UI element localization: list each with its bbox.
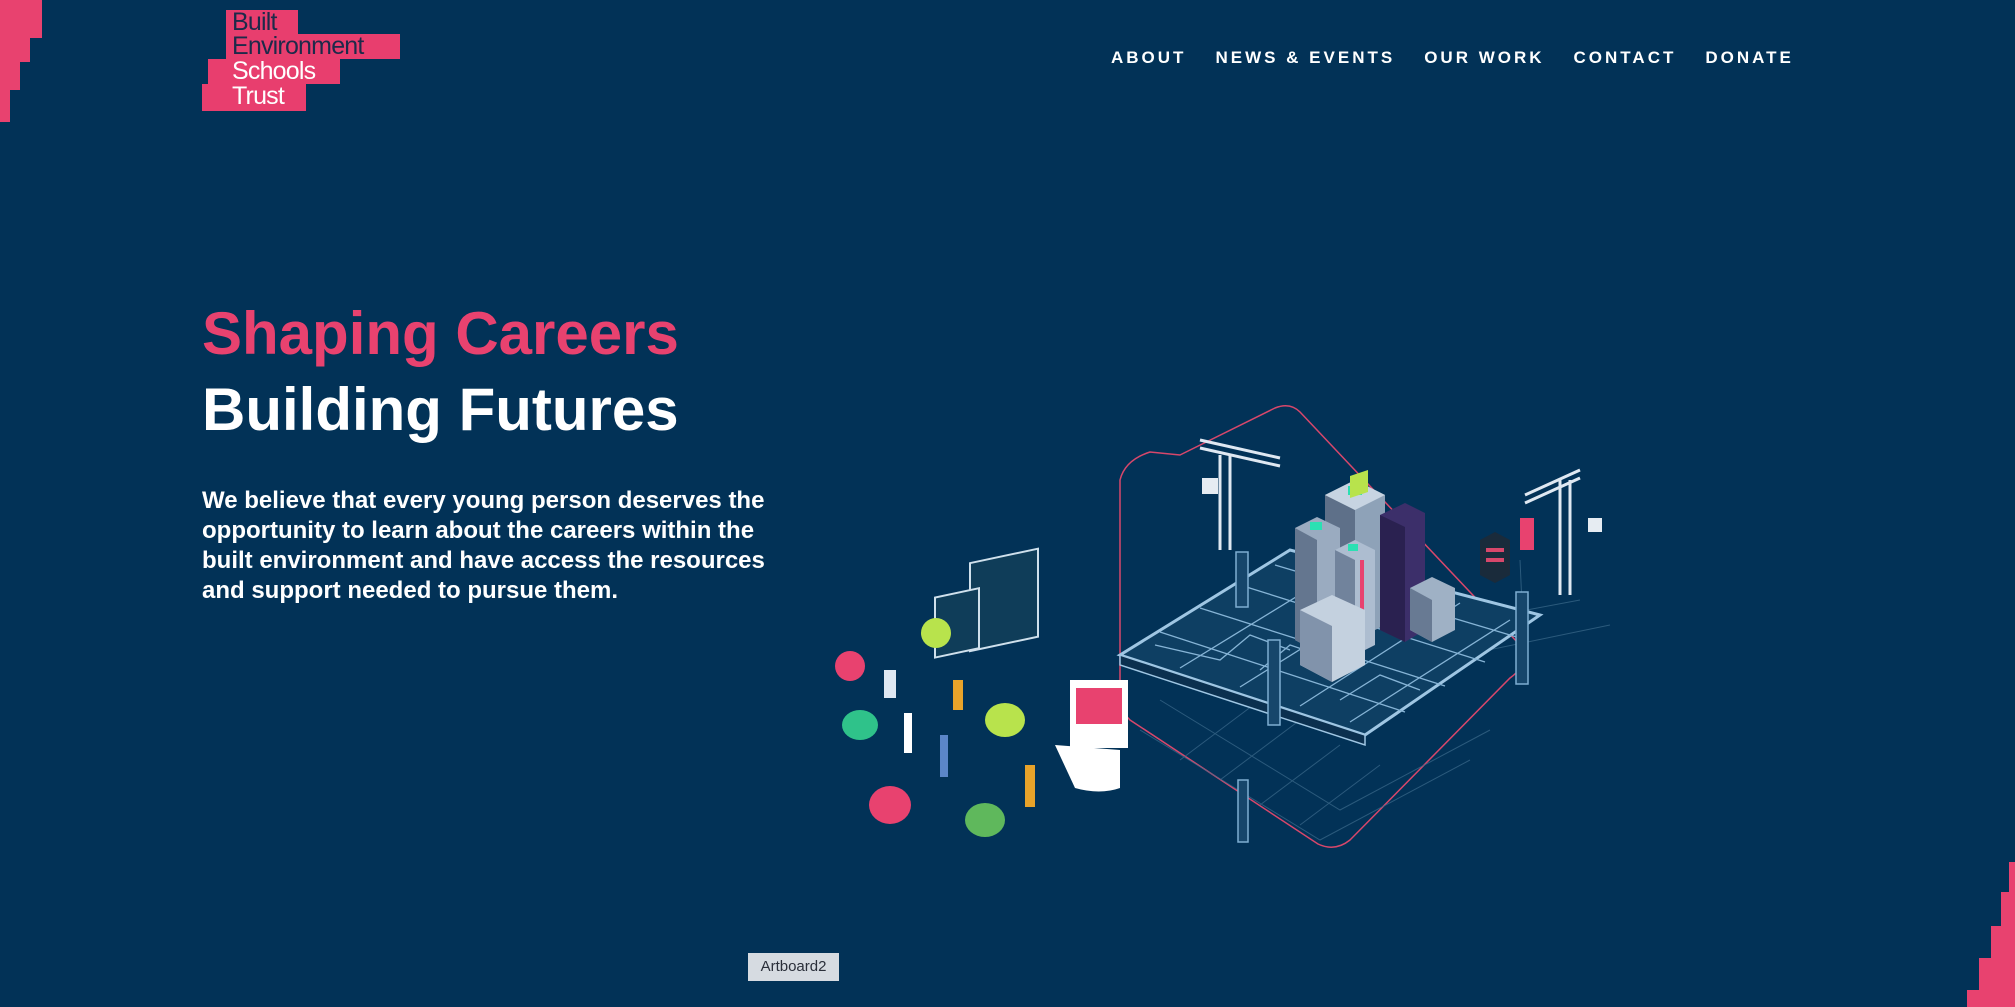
nav-about[interactable]: ABOUT	[1111, 48, 1186, 68]
hero-title: Shaping Careers Building Futures	[202, 296, 679, 448]
logo-line-environment: Environment	[232, 32, 364, 60]
isometric-city-illustration	[835, 405, 1611, 848]
hero-title-line1: Shaping Careers	[202, 300, 679, 367]
hero-description: We believe that every young person deser…	[202, 487, 765, 604]
nav-our-work[interactable]: OUR WORK	[1424, 48, 1544, 68]
main-nav: ABOUT NEWS & EVENTS OUR WORK CONTACT DON…	[1111, 48, 1794, 68]
hero-title-line2: Building Futures	[202, 376, 679, 443]
corner-stairs-bottom-right	[1967, 862, 2015, 1007]
logo[interactable]: Built Environment Schools Trust	[202, 10, 400, 111]
artboard-label: Artboard2	[748, 953, 839, 981]
corner-stairs-top-left	[0, 0, 42, 122]
nav-contact[interactable]: CONTACT	[1574, 48, 1677, 68]
logo-line-built: Built	[232, 8, 277, 36]
logo-line-schools: Schools	[232, 57, 316, 85]
nav-donate[interactable]: DONATE	[1705, 48, 1794, 68]
nav-news-events[interactable]: NEWS & EVENTS	[1215, 48, 1395, 68]
logo-line-trust: Trust	[232, 82, 285, 110]
